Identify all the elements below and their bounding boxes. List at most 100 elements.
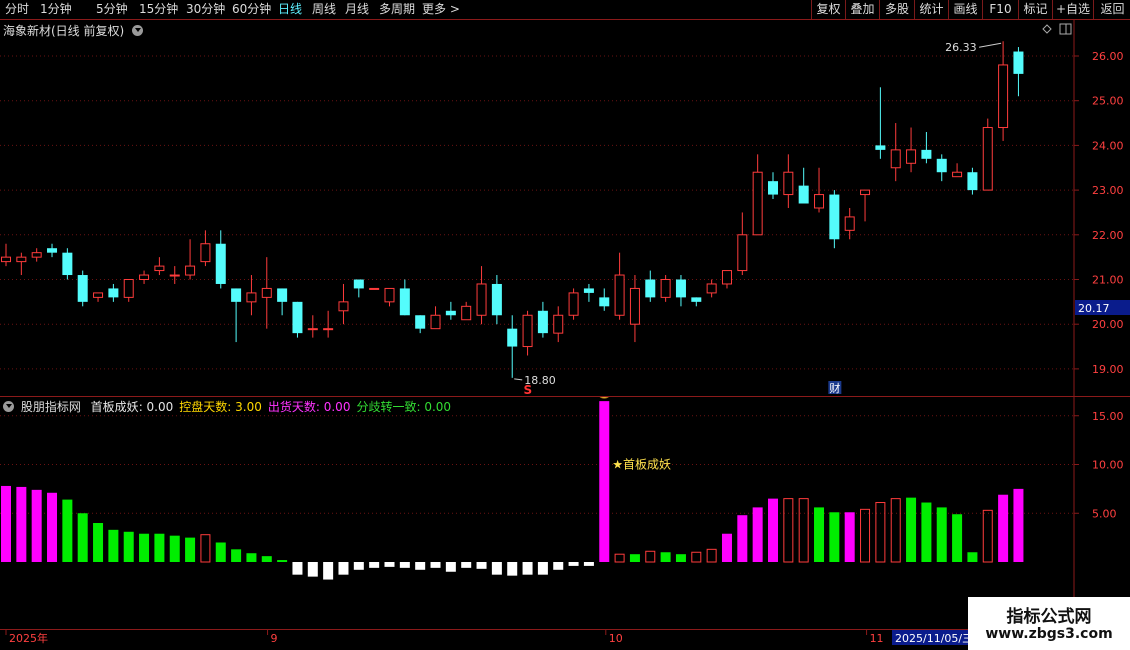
indicator-bar bbox=[292, 562, 303, 575]
candle-body bbox=[31, 252, 42, 258]
candle[interactable] bbox=[814, 167, 825, 213]
candle[interactable] bbox=[783, 154, 794, 208]
period-tab-monthly[interactable]: 月线 bbox=[345, 1, 369, 18]
candle[interactable] bbox=[890, 123, 901, 182]
candle[interactable] bbox=[154, 257, 165, 276]
date-tick-label: 11 bbox=[870, 632, 884, 645]
candle[interactable] bbox=[982, 118, 993, 191]
candle-body bbox=[16, 256, 27, 263]
f10-button[interactable]: F10 bbox=[982, 0, 1018, 19]
candle[interactable] bbox=[706, 279, 717, 298]
candle[interactable] bbox=[430, 306, 441, 330]
candle[interactable] bbox=[860, 189, 871, 222]
candle[interactable] bbox=[660, 275, 671, 302]
candle[interactable] bbox=[1, 243, 11, 267]
candle[interactable] bbox=[675, 275, 686, 307]
candle[interactable] bbox=[583, 283, 594, 302]
overlay-button[interactable]: 叠加 bbox=[845, 0, 879, 19]
candle[interactable] bbox=[399, 279, 410, 316]
candle[interactable] bbox=[829, 190, 840, 249]
candle[interactable] bbox=[277, 288, 288, 316]
indicator-bar bbox=[77, 513, 88, 562]
candle[interactable] bbox=[307, 315, 318, 338]
period-tab-daily[interactable]: 日线 bbox=[278, 1, 302, 18]
candle[interactable] bbox=[93, 292, 104, 302]
candle[interactable] bbox=[261, 257, 272, 329]
period-tab-fenshi[interactable]: 分时 bbox=[5, 1, 29, 18]
candle[interactable] bbox=[461, 301, 472, 321]
candle[interactable] bbox=[691, 297, 702, 307]
indicator-bar bbox=[415, 562, 426, 570]
multi-stock-button[interactable]: 多股 bbox=[879, 0, 914, 19]
candle[interactable] bbox=[921, 131, 932, 164]
candle[interactable] bbox=[798, 167, 809, 204]
period-tab-30min[interactable]: 30分钟 bbox=[186, 1, 225, 18]
period-tab-60min[interactable]: 60分钟 bbox=[232, 1, 271, 18]
candle[interactable] bbox=[629, 275, 640, 343]
indicator-bar bbox=[384, 562, 395, 567]
candle[interactable] bbox=[384, 287, 395, 307]
candle[interactable] bbox=[185, 239, 196, 280]
candle[interactable] bbox=[62, 248, 73, 280]
candle[interactable] bbox=[936, 154, 947, 182]
back-button[interactable]: 返回 bbox=[1093, 0, 1130, 19]
candle[interactable] bbox=[568, 288, 579, 320]
candle[interactable] bbox=[737, 212, 748, 276]
candle[interactable] bbox=[200, 230, 211, 267]
candle[interactable] bbox=[645, 270, 656, 302]
candle[interactable] bbox=[721, 270, 732, 289]
candle[interactable] bbox=[77, 270, 88, 307]
candle[interactable] bbox=[415, 315, 426, 334]
chevron-down-icon[interactable] bbox=[3, 401, 14, 412]
candle[interactable] bbox=[768, 172, 778, 200]
candle[interactable] bbox=[476, 266, 487, 325]
candle[interactable] bbox=[445, 301, 456, 320]
candlestick-chart[interactable]: 26.00 25.00 24.00 23.00 22.00 21.00 20.00 19.00… bbox=[0, 20, 1130, 398]
diamond-icon[interactable] bbox=[1042, 24, 1052, 34]
candle[interactable] bbox=[752, 154, 763, 236]
candle[interactable] bbox=[16, 252, 27, 276]
candle[interactable] bbox=[292, 301, 303, 338]
period-tab-weekly[interactable]: 周线 bbox=[312, 1, 336, 18]
sell-signal-marker[interactable]: S bbox=[524, 383, 533, 397]
period-tab-1min[interactable]: 1分钟 bbox=[40, 1, 72, 18]
candle[interactable] bbox=[139, 270, 150, 284]
candle[interactable] bbox=[998, 41, 1009, 141]
candle[interactable] bbox=[369, 287, 380, 290]
current-date-label: 2025/11/05/三 bbox=[895, 632, 973, 645]
candle[interactable] bbox=[522, 310, 533, 356]
period-tab-multi[interactable]: 多周期 bbox=[379, 1, 415, 18]
candle[interactable] bbox=[108, 283, 119, 302]
indicator-bar bbox=[629, 554, 640, 562]
indicator-chart[interactable]: 20.0015.0010.005.00 ★首板成妖 $ bbox=[0, 397, 1130, 629]
candle[interactable] bbox=[537, 301, 548, 338]
candle[interactable] bbox=[123, 279, 134, 302]
candle[interactable] bbox=[338, 283, 349, 325]
candle[interactable] bbox=[169, 266, 180, 284]
period-tab-15min[interactable]: 15分钟 bbox=[139, 1, 178, 18]
candle[interactable] bbox=[952, 163, 963, 178]
finance-info-marker[interactable]: 财 bbox=[828, 381, 842, 395]
candle[interactable] bbox=[875, 87, 886, 159]
restore-rights-button[interactable]: 复权 bbox=[811, 0, 845, 19]
candle[interactable] bbox=[231, 288, 242, 343]
candle[interactable] bbox=[1013, 47, 1024, 97]
candle[interactable] bbox=[599, 288, 610, 311]
candle[interactable] bbox=[614, 252, 625, 320]
more-periods-button[interactable]: 更多 > bbox=[422, 1, 460, 18]
candle[interactable] bbox=[246, 275, 257, 316]
chevron-down-icon[interactable] bbox=[132, 25, 144, 36]
candle[interactable] bbox=[47, 243, 58, 258]
mark-button[interactable]: 标记 bbox=[1018, 0, 1052, 19]
add-favorite-button[interactable]: +自选 bbox=[1052, 0, 1093, 19]
candle[interactable] bbox=[31, 248, 42, 262]
candle[interactable] bbox=[906, 127, 917, 173]
candle[interactable] bbox=[215, 230, 226, 289]
candle[interactable] bbox=[553, 306, 564, 343]
candle[interactable] bbox=[353, 279, 364, 298]
draw-line-button[interactable]: 画线 bbox=[948, 0, 982, 19]
period-tab-5min[interactable]: 5分钟 bbox=[96, 1, 128, 18]
indicator-bar bbox=[93, 523, 104, 562]
candle[interactable] bbox=[491, 275, 502, 325]
statistics-button[interactable]: 统计 bbox=[914, 0, 948, 19]
